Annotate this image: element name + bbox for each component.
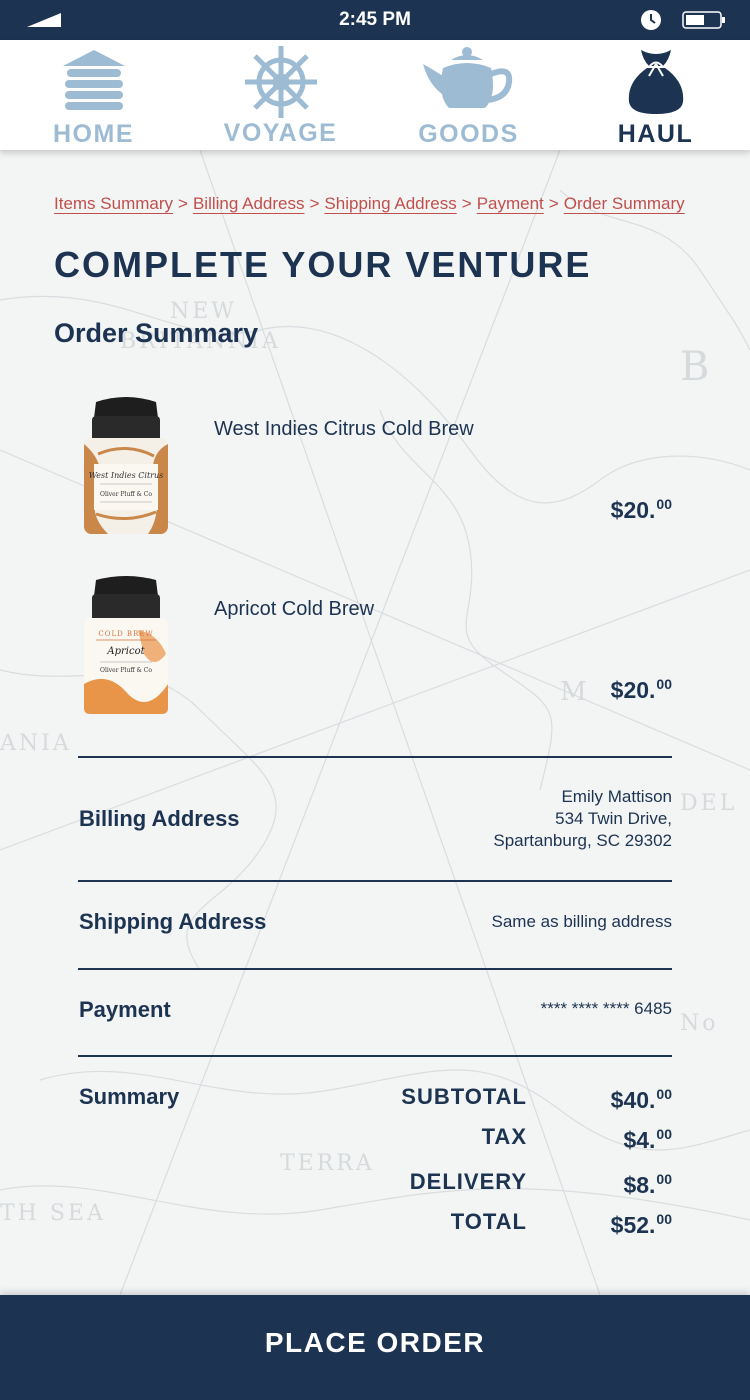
tin-top-label: COLD BREW <box>98 630 153 638</box>
summary-label: Summary <box>79 1084 180 1109</box>
battery-icon <box>682 11 725 29</box>
status-time: 2:45 PM <box>339 9 411 30</box>
nav-voyage-label: VOYAGE <box>223 119 338 147</box>
svg-text:TERRA: TERRA <box>280 1151 375 1176</box>
breadcrumb-shipping-address[interactable]: Shipping Address <box>324 194 456 213</box>
nav-home-label: HOME <box>53 120 134 148</box>
price-cents: 00 <box>656 496 672 512</box>
svg-text:B: B <box>680 344 712 390</box>
svg-text:No: No <box>680 1011 719 1036</box>
price-main: $20. <box>610 677 656 703</box>
nav-home[interactable]: HOME <box>0 40 187 150</box>
divider <box>78 880 672 882</box>
breadcrumb-payment[interactable]: Payment <box>477 194 544 213</box>
amount-main: $4. <box>623 1127 656 1153</box>
item-price: $20.00 <box>611 496 672 524</box>
place-order-button[interactable]: PLACE ORDER <box>0 1295 750 1400</box>
tin-brand: Oliver Pluff & Co <box>100 491 152 498</box>
svg-text:TH SEA: TH SEA <box>0 1201 106 1226</box>
breadcrumb-separator: > <box>461 194 472 213</box>
cabin-icon <box>62 50 125 110</box>
amount-cents: 00 <box>656 1171 672 1187</box>
tax-value: $4.00 <box>623 1126 672 1154</box>
status-bar: 2:45 PM <box>0 0 750 40</box>
item-price: $20.00 <box>611 676 672 704</box>
billing-city: Spartanburg, SC 29302 <box>493 831 672 850</box>
nav-goods-label: GOODS <box>418 120 519 148</box>
order-item: COLD BREW Apricot Oliver Pluff & Co Apri… <box>0 574 750 724</box>
divider <box>78 1055 672 1057</box>
clock-icon <box>641 10 661 30</box>
payment-label: Payment <box>79 997 171 1022</box>
billing-address-label: Billing Address <box>79 806 240 831</box>
item-name: West Indies Citrus Cold Brew <box>214 418 474 440</box>
divider <box>78 756 672 758</box>
shipping-address-label: Shipping Address <box>79 909 267 934</box>
svg-text:ANIA: ANIA <box>0 731 72 756</box>
breadcrumb-order-summary[interactable]: Order Summary <box>564 194 685 213</box>
tea-tin-image: West Indies Citrus Oliver Pluff & Co <box>84 397 168 534</box>
amount-main: $40. <box>610 1087 656 1113</box>
sack-icon <box>628 50 683 114</box>
breadcrumb-billing-address[interactable]: Billing Address <box>193 194 305 213</box>
tax-label: TAX <box>481 1124 527 1149</box>
amount-main: $8. <box>623 1172 656 1198</box>
section-title: Order Summary <box>54 318 259 348</box>
breadcrumb-separator: > <box>178 194 188 213</box>
price-main: $20. <box>610 497 656 523</box>
breadcrumb: Items Summary > Billing Address > Shipping A… <box>54 194 685 214</box>
total-value: $52.00 <box>611 1211 672 1239</box>
price-cents: 00 <box>656 676 672 692</box>
amount-cents: 00 <box>656 1126 672 1142</box>
subtotal-value: $40.00 <box>611 1086 672 1114</box>
amount-cents: 00 <box>656 1086 672 1102</box>
payment-value: **** **** **** 6485 <box>540 999 672 1018</box>
nav-voyage[interactable]: VOYAGE <box>187 40 374 150</box>
order-item: West Indies Citrus Oliver Pluff & Co Wes… <box>0 394 750 544</box>
delivery-label: DELIVERY <box>409 1169 527 1194</box>
total-label: TOTAL <box>450 1209 527 1234</box>
billing-street: 534 Twin Drive, <box>555 809 672 828</box>
top-nav: HOME VOYAGE GOODS HAUL <box>0 40 750 150</box>
billing-address-value: Emily Mattison 534 Twin Drive, Spartanbu… <box>493 786 672 852</box>
delivery-value: $8.00 <box>623 1171 672 1199</box>
amount-cents: 00 <box>656 1211 672 1227</box>
nav-haul[interactable]: HAUL <box>562 40 749 150</box>
ship-wheel-icon <box>244 46 317 118</box>
breadcrumb-separator: > <box>548 194 559 213</box>
tin-label: West Indies Citrus <box>89 471 164 480</box>
divider <box>78 968 672 970</box>
svg-text:DEL: DEL <box>680 791 737 816</box>
breadcrumb-separator: > <box>309 194 320 213</box>
nav-haul-label: HAUL <box>617 120 694 148</box>
tin-label: Apricot <box>106 646 145 657</box>
shipping-address-value: Same as billing address <box>491 912 672 931</box>
nav-goods[interactable]: GOODS <box>375 40 562 150</box>
tin-brand: Oliver Pluff & Co <box>100 667 152 674</box>
billing-name: Emily Mattison <box>561 787 672 806</box>
amount-main: $52. <box>610 1212 656 1238</box>
page-title: COMPLETE YOUR VENTURE <box>54 244 592 285</box>
subtotal-label: SUBTOTAL <box>401 1084 527 1109</box>
item-name: Apricot Cold Brew <box>214 598 375 620</box>
teapot-icon <box>422 47 512 108</box>
tea-tin-image: COLD BREW Apricot Oliver Pluff & Co <box>84 576 168 714</box>
breadcrumb-items-summary[interactable]: Items Summary <box>54 194 173 213</box>
